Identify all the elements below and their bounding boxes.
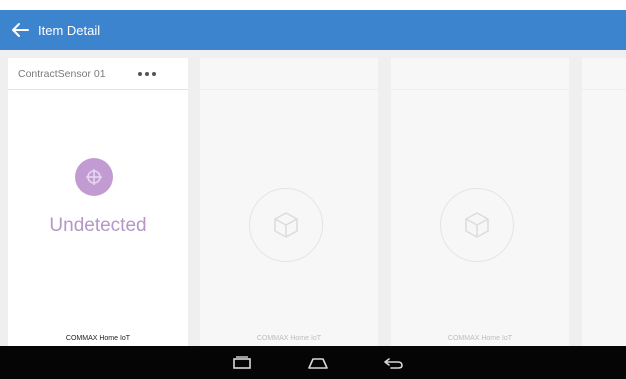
back-arrow-icon[interactable]: [10, 21, 32, 39]
card-header: [391, 58, 569, 90]
sensor-status: Undetected: [49, 215, 147, 236]
empty-card[interactable]: COMMAX Home IoT: [200, 58, 378, 346]
card-footer: COMMAX Home IoT: [447, 335, 513, 342]
page-title: Item Detail: [38, 22, 101, 38]
card-header: ContractSensor 01: [8, 58, 188, 90]
card-footer: COMMAX Home IoT: [256, 335, 322, 342]
card-footer: COMMAX Home IoT: [65, 335, 131, 342]
app-bar: Item Detail: [0, 10, 626, 50]
sensor-icon: [75, 158, 113, 196]
device-card[interactable]: ContractSensor 01 Undetected COMMAX Home…: [8, 58, 188, 346]
card-header: [200, 58, 378, 90]
back-nav-icon[interactable]: [382, 354, 406, 372]
device-name: ContractSensor 01: [18, 67, 106, 80]
empty-card-partial[interactable]: [582, 58, 626, 346]
system-navigation-bar: [0, 346, 626, 379]
cube-icon: [249, 188, 323, 262]
recent-apps-icon[interactable]: [230, 354, 254, 372]
more-options-icon[interactable]: [138, 71, 156, 76]
card-header: [582, 58, 626, 90]
home-icon[interactable]: [306, 354, 330, 372]
empty-card[interactable]: COMMAX Home IoT: [391, 58, 569, 346]
cube-icon: [440, 188, 514, 262]
card-carousel[interactable]: ContractSensor 01 Undetected COMMAX Home…: [0, 50, 626, 346]
